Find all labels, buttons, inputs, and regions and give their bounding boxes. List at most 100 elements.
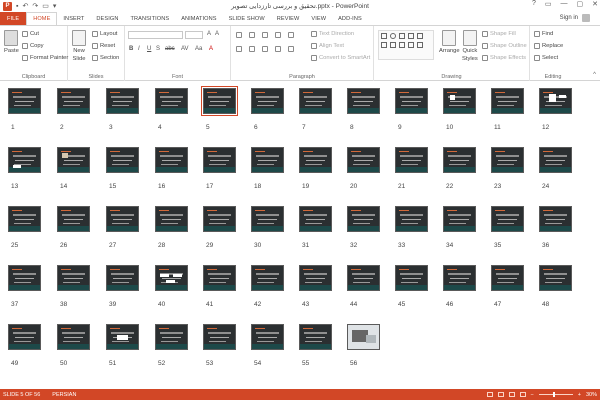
start-slideshow-icon[interactable]: ▭ bbox=[42, 2, 49, 10]
slide-thumbnail[interactable] bbox=[347, 324, 380, 350]
new-slide-button[interactable]: New Slide bbox=[72, 30, 86, 62]
shape-callout-icon[interactable] bbox=[417, 42, 423, 48]
cut-button[interactable]: Cut bbox=[22, 31, 39, 37]
shape-triangle-icon[interactable] bbox=[417, 33, 423, 39]
undo-icon[interactable]: ↶ bbox=[22, 2, 28, 10]
slide-thumbnail[interactable] bbox=[299, 265, 332, 291]
strikethrough-button[interactable]: abc bbox=[165, 46, 175, 52]
slide-thumbnail[interactable] bbox=[57, 88, 90, 114]
language-indicator[interactable]: PERSIAN bbox=[52, 392, 76, 398]
slide-thumbnail[interactable] bbox=[347, 147, 380, 173]
bold-button[interactable]: B bbox=[129, 46, 133, 52]
tab-animations[interactable]: ANIMATIONS bbox=[175, 12, 222, 25]
text-direction-button[interactable]: Text Direction bbox=[311, 31, 354, 37]
slide-thumbnail[interactable] bbox=[106, 265, 139, 291]
font-size-field[interactable] bbox=[185, 31, 203, 39]
slide-thumbnail[interactable] bbox=[203, 324, 236, 350]
slide-thumbnail[interactable] bbox=[57, 324, 90, 350]
reading-view-icon[interactable] bbox=[508, 392, 515, 397]
tab-design[interactable]: DESIGN bbox=[90, 12, 124, 25]
columns-icon[interactable] bbox=[288, 46, 294, 52]
shapes-gallery[interactable] bbox=[378, 30, 434, 60]
increase-indent-icon[interactable] bbox=[275, 32, 281, 38]
zoom-out-icon[interactable]: − bbox=[531, 392, 534, 398]
slideshow-view-icon[interactable] bbox=[519, 392, 526, 397]
slide-thumbnail[interactable] bbox=[155, 265, 188, 291]
slide-thumbnail[interactable] bbox=[491, 265, 524, 291]
grow-font-icon[interactable]: A bbox=[207, 31, 211, 37]
redo-icon[interactable]: ↷ bbox=[32, 2, 38, 10]
align-left-icon[interactable] bbox=[236, 46, 242, 52]
slide-thumbnail[interactable] bbox=[347, 88, 380, 114]
slide-thumbnail[interactable] bbox=[251, 206, 284, 232]
paste-button[interactable]: Paste bbox=[4, 30, 19, 54]
close-icon[interactable]: ✕ bbox=[592, 0, 598, 8]
font-name-field[interactable] bbox=[128, 31, 183, 39]
slide-thumbnail[interactable] bbox=[106, 88, 139, 114]
slide-thumbnail[interactable] bbox=[395, 265, 428, 291]
replace-button[interactable]: Replace bbox=[534, 43, 563, 49]
slide-thumbnail[interactable] bbox=[57, 265, 90, 291]
find-button[interactable]: Find bbox=[534, 31, 553, 37]
zoom-level[interactable]: 30% bbox=[586, 392, 597, 398]
shape-fill-button[interactable]: Shape Fill bbox=[482, 31, 516, 37]
zoom-slider[interactable] bbox=[538, 392, 573, 397]
slide-thumbnail[interactable] bbox=[539, 147, 572, 173]
tab-review[interactable]: REVIEW bbox=[271, 12, 306, 25]
shadow-button[interactable]: S bbox=[156, 46, 160, 52]
layout-button[interactable]: Layout bbox=[92, 31, 117, 37]
save-icon[interactable]: ▪ bbox=[16, 3, 18, 10]
char-spacing-button[interactable]: AV bbox=[181, 46, 189, 52]
select-button[interactable]: Select bbox=[534, 55, 558, 61]
slide-thumbnail[interactable] bbox=[106, 206, 139, 232]
account-icon[interactable] bbox=[582, 14, 590, 22]
slide-thumbnail[interactable] bbox=[155, 324, 188, 350]
tab-home[interactable]: HOME bbox=[26, 12, 58, 25]
slide-thumbnail[interactable] bbox=[106, 324, 139, 350]
reset-button[interactable]: Reset bbox=[92, 43, 115, 49]
slide-thumbnail[interactable] bbox=[539, 265, 572, 291]
slide-thumbnail[interactable] bbox=[443, 265, 476, 291]
shape-oval-icon[interactable] bbox=[390, 33, 396, 39]
slide-thumbnail[interactable] bbox=[201, 86, 238, 116]
slide-thumbnail[interactable] bbox=[299, 324, 332, 350]
slide-thumbnail[interactable] bbox=[57, 206, 90, 232]
slide-thumbnail[interactable] bbox=[203, 265, 236, 291]
slide-thumbnail[interactable] bbox=[347, 265, 380, 291]
tab-file[interactable]: FILE bbox=[0, 12, 27, 25]
section-button[interactable]: Section bbox=[92, 55, 119, 61]
justify-icon[interactable] bbox=[275, 46, 281, 52]
slide-thumbnail[interactable] bbox=[203, 206, 236, 232]
slide-thumbnail[interactable] bbox=[8, 265, 41, 291]
tab-add-ins[interactable]: ADD-INS bbox=[332, 12, 368, 25]
slide-thumbnail[interactable] bbox=[251, 265, 284, 291]
slide-thumbnail[interactable] bbox=[8, 147, 41, 173]
slide-thumbnail[interactable] bbox=[299, 206, 332, 232]
tab-transitions[interactable]: TRANSITIONS bbox=[124, 12, 175, 25]
slide-thumbnail[interactable] bbox=[155, 147, 188, 173]
slide-thumbnail[interactable] bbox=[395, 147, 428, 173]
ribbon-display-icon[interactable]: ▭ bbox=[545, 0, 552, 8]
italic-button[interactable]: I bbox=[138, 46, 140, 52]
slide-thumbnail[interactable] bbox=[539, 206, 572, 232]
copy-button[interactable]: Copy bbox=[22, 43, 44, 49]
slide-thumbnail[interactable] bbox=[443, 206, 476, 232]
maximize-icon[interactable]: ▢ bbox=[577, 0, 584, 8]
shape-rounded-icon[interactable] bbox=[390, 42, 396, 48]
numbering-icon[interactable] bbox=[249, 32, 255, 38]
slide-thumbnail[interactable] bbox=[8, 88, 41, 114]
slide-thumbnail[interactable] bbox=[8, 206, 41, 232]
slide-thumbnail[interactable] bbox=[251, 147, 284, 173]
line-spacing-icon[interactable] bbox=[288, 32, 294, 38]
change-case-button[interactable]: Aa bbox=[195, 46, 202, 52]
shape-brace-icon[interactable] bbox=[408, 42, 414, 48]
bullets-icon[interactable] bbox=[236, 32, 242, 38]
slide-thumbnail[interactable] bbox=[203, 147, 236, 173]
normal-view-icon[interactable] bbox=[486, 392, 493, 397]
slide-thumbnail[interactable] bbox=[395, 206, 428, 232]
convert-smartart-button[interactable]: Convert to SmartArt bbox=[311, 55, 370, 61]
slide-thumbnail[interactable] bbox=[539, 88, 572, 114]
slide-thumbnail[interactable] bbox=[299, 147, 332, 173]
arrange-button[interactable]: Arrange bbox=[439, 30, 460, 54]
slide-thumbnail[interactable] bbox=[155, 206, 188, 232]
